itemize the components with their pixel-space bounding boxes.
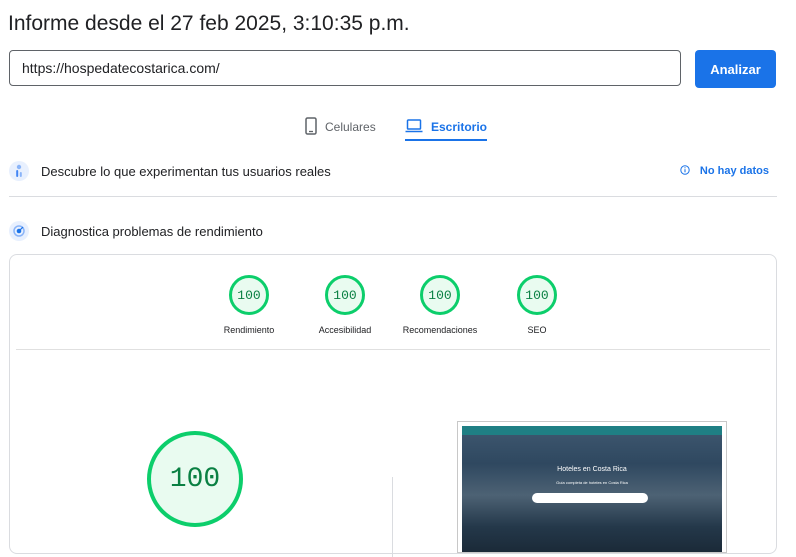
no-data-link[interactable]: No hay datos bbox=[680, 164, 769, 178]
tab-desktop-label: Escritorio bbox=[431, 120, 488, 134]
no-data-label: No hay datos bbox=[699, 165, 769, 177]
tab-mobile-label: Celulares bbox=[325, 120, 376, 134]
field-data-label: Descubre lo que experimentan tus usuario… bbox=[41, 163, 331, 179]
screenshot-header bbox=[462, 426, 722, 435]
scores-card: 100 Rendimiento 100 Accesibilidad 100 Re… bbox=[9, 254, 777, 557]
lab-data-section: Diagnostica problemas de rendimiento bbox=[9, 216, 777, 246]
card-divider bbox=[16, 349, 770, 350]
section-divider bbox=[9, 196, 777, 197]
report-title: Informe desde el 27 feb 2025, 3:10:35 p.… bbox=[8, 12, 410, 35]
screenshot-search-bar bbox=[532, 493, 648, 503]
best-practices-label: Recomendaciones bbox=[402, 325, 478, 335]
info-icon bbox=[680, 164, 690, 178]
best-practices-score: 100 bbox=[420, 275, 460, 315]
best-practices-gauge[interactable]: 100 Recomendaciones bbox=[392, 275, 488, 335]
field-data-section: Descubre lo que experimentan tus usuario… bbox=[9, 156, 777, 186]
accessibility-score: 100 bbox=[325, 275, 365, 315]
url-input[interactable] bbox=[9, 50, 681, 86]
vertical-divider bbox=[392, 477, 393, 557]
seo-label: SEO bbox=[527, 325, 547, 335]
tab-desktop[interactable]: Escritorio bbox=[405, 112, 488, 142]
performance-score: 100 bbox=[229, 275, 269, 315]
lab-data-label: Diagnostica problemas de rendimiento bbox=[41, 223, 263, 239]
accessibility-gauge[interactable]: 100 Accesibilidad bbox=[297, 275, 393, 335]
seo-score: 100 bbox=[517, 275, 557, 315]
screenshot-title: Hoteles en Costa Rica bbox=[557, 466, 627, 473]
performance-label: Rendimiento bbox=[223, 325, 275, 335]
users-icon bbox=[9, 161, 29, 181]
performance-gauge[interactable]: 100 Rendimiento bbox=[201, 275, 297, 335]
diagnostics-icon bbox=[9, 221, 29, 241]
seo-gauge[interactable]: 100 SEO bbox=[489, 275, 585, 335]
laptop-icon bbox=[405, 118, 423, 136]
smartphone-icon bbox=[305, 116, 317, 138]
accessibility-label: Accesibilidad bbox=[318, 325, 372, 335]
screenshot-image: Hoteles en Costa Rica Guía completa de h… bbox=[462, 426, 722, 552]
screenshot-subtitle: Guía completa de hoteles en Costa Rica bbox=[556, 480, 628, 485]
analyze-button[interactable]: Analizar bbox=[695, 50, 776, 88]
page-screenshot: Hoteles en Costa Rica Guía completa de h… bbox=[457, 421, 727, 553]
main-performance-score: 100 bbox=[147, 431, 243, 527]
tab-mobile[interactable]: Celulares bbox=[305, 112, 376, 142]
